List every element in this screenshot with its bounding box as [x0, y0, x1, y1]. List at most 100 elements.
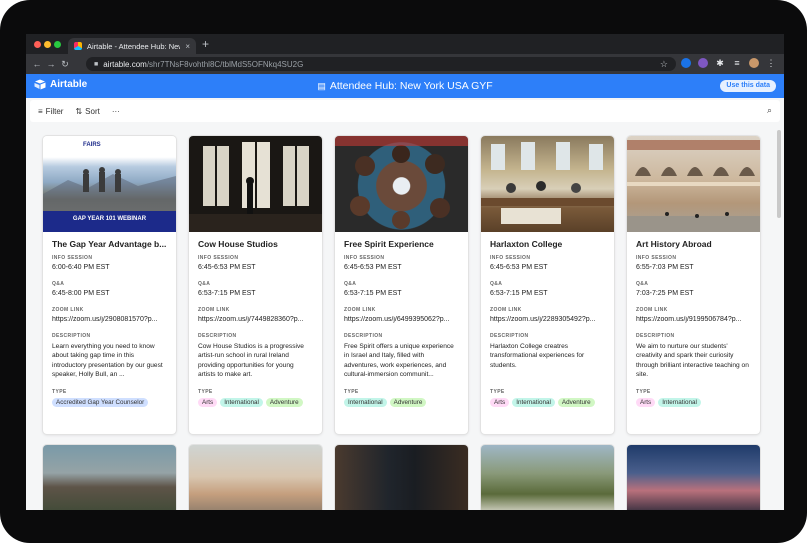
window-zoom-button[interactable]: [54, 41, 61, 48]
info-session-value: 6:45-6:53 PM EST: [198, 264, 256, 271]
qa-value: 6:53-7:15 PM EST: [198, 290, 256, 297]
qa-value: 6:45-8:00 PM EST: [52, 290, 110, 297]
card-title: Free Spirit Experience: [344, 239, 434, 249]
type-tag: Accredited Gap Year Counselor: [52, 398, 149, 407]
field-label-info: INFO SESSION: [198, 255, 239, 261]
extensions-area: ✱ ≡ ⋮: [681, 58, 776, 68]
gallery-card[interactable]: Free Spirit Experience INFO SESSION 6:45…: [335, 136, 468, 434]
bookmark-star-icon[interactable]: ☆: [660, 59, 668, 70]
gallery-card[interactable]: Cow House Studios INFO SESSION 6:45-6:53…: [189, 136, 322, 434]
window-close-button[interactable]: [34, 41, 41, 48]
field-label-desc: DESCRIPTION: [344, 333, 383, 339]
field-label-info: INFO SESSION: [490, 255, 531, 261]
filter-icon: ≡: [38, 106, 43, 116]
card-image: [627, 136, 760, 232]
browser-window: Airtable - Attendee Hub: New Y × + ← → ↻…: [26, 34, 784, 510]
type-tag: International: [344, 398, 387, 407]
type-tag: Adventure: [557, 398, 595, 407]
use-this-data-button[interactable]: Use this data: [720, 80, 776, 92]
view-toolbar: ≡ Filter ⇅ Sort ··· ⌕: [30, 100, 780, 122]
qa-value: 6:53-7:15 PM EST: [344, 290, 402, 297]
address-bar[interactable]: ■ airtable.com/shr7TNsF8vohthl8C/tblMdS5…: [86, 57, 676, 71]
new-tab-button[interactable]: +: [202, 37, 209, 51]
card-image: [335, 136, 468, 232]
card-title: Cow House Studios: [198, 239, 278, 249]
field-label-qa: Q&A: [52, 281, 65, 287]
puzzle-extensions-icon[interactable]: ✱: [715, 58, 725, 68]
field-label-info: INFO SESSION: [636, 255, 677, 261]
tab-close-icon[interactable]: ×: [185, 42, 190, 51]
gallery-card[interactable]: [481, 445, 614, 510]
gallery-card[interactable]: [43, 445, 176, 510]
card-image: [189, 136, 322, 232]
type-tags: Arts International: [636, 398, 751, 407]
gallery-card[interactable]: [189, 445, 322, 510]
extension-purple-icon[interactable]: [698, 58, 708, 68]
sort-label: Sort: [85, 106, 100, 116]
field-label-zoom: ZOOM LINK: [636, 307, 668, 313]
search-icon[interactable]: ⌕: [767, 105, 772, 116]
info-session-value: 6:00-6:40 PM EST: [52, 264, 110, 271]
gallery-card[interactable]: [335, 445, 468, 510]
extension-blue-icon[interactable]: [681, 58, 691, 68]
zoom-link-value[interactable]: https://zoom.us/j/9199506784?p...: [636, 316, 751, 323]
fairs-logo-text: FAIRS: [83, 142, 101, 148]
sort-button[interactable]: ⇅ Sort: [75, 107, 99, 116]
gallery-card[interactable]: Art History Abroad INFO SESSION 6:55-7:0…: [627, 136, 760, 434]
type-tag: Arts: [636, 398, 656, 407]
field-label-desc: DESCRIPTION: [198, 333, 237, 339]
browser-tab-strip: Airtable - Attendee Hub: New Y × +: [26, 34, 784, 54]
field-label-qa: Q&A: [490, 281, 503, 287]
description-value: Cow House Studios is a progressive artis…: [198, 343, 304, 379]
qa-value: 6:53-7:15 PM EST: [490, 290, 548, 297]
gallery-scrollbar[interactable]: [777, 130, 781, 218]
sort-icon: ⇅: [75, 106, 83, 116]
filter-button[interactable]: ≡ Filter: [38, 107, 63, 116]
browser-tab[interactable]: Airtable - Attendee Hub: New Y ×: [68, 38, 196, 54]
airtable-favicon-icon: [74, 42, 82, 50]
field-label-type: TYPE: [52, 389, 67, 395]
base-title: ▤ Attendee Hub: New York USA GYF: [26, 80, 784, 92]
tab-title: Airtable - Attendee Hub: New Y: [87, 41, 181, 51]
zoom-link-value[interactable]: https://zoom.us/j/7449828360?p...: [198, 316, 313, 323]
field-label-info: INFO SESSION: [52, 255, 93, 261]
type-tags: Arts International Adventure: [198, 398, 313, 407]
card-title: Art History Abroad: [636, 239, 712, 249]
profile-avatar[interactable]: [749, 58, 759, 68]
field-label-type: TYPE: [490, 389, 505, 395]
field-label-zoom: ZOOM LINK: [344, 307, 376, 313]
base-title-text: Attendee Hub: New York USA GYF: [329, 80, 493, 92]
reading-list-icon[interactable]: ≡: [732, 58, 742, 68]
reload-icon[interactable]: ↻: [58, 59, 72, 70]
type-tags: International Adventure: [344, 398, 459, 407]
field-label-zoom: ZOOM LINK: [490, 307, 522, 313]
description-value: Learn everything you need to know about …: [52, 343, 163, 379]
gallery-card[interactable]: FAIRS GAP YEAR 101 WEBINAR The Gap Year …: [43, 136, 176, 434]
zoom-link-value[interactable]: https://zoom.us/j/2908081570?p...: [52, 316, 167, 323]
zoom-link-value[interactable]: https://zoom.us/j/6499395062?p...: [344, 316, 459, 323]
zoom-link-value[interactable]: https://zoom.us/j/2289305492?p...: [490, 316, 605, 323]
more-options-button[interactable]: ···: [112, 107, 120, 116]
back-arrow-icon[interactable]: ←: [30, 59, 44, 69]
info-session-value: 6:45-6:53 PM EST: [344, 264, 402, 271]
type-tag: International: [658, 398, 701, 407]
field-label-desc: DESCRIPTION: [490, 333, 529, 339]
field-label-zoom: ZOOM LINK: [52, 307, 84, 313]
gallery-card[interactable]: [627, 445, 760, 510]
field-label-type: TYPE: [636, 389, 651, 395]
url-path: /shr7TNsF8vohthl8C/tblMdS5OFNkq4SU2G: [146, 59, 304, 69]
laptop-bezel: Airtable - Attendee Hub: New Y × + ← → ↻…: [0, 0, 807, 543]
gallery-card[interactable]: Harlaxton College INFO SESSION 6:45-6:53…: [481, 136, 614, 434]
field-label-qa: Q&A: [636, 281, 649, 287]
browser-menu-icon[interactable]: ⋮: [766, 58, 776, 68]
card-title: Harlaxton College: [490, 239, 563, 249]
description-value: Harlaxton College creatres transformatio…: [490, 343, 585, 369]
field-label-desc: DESCRIPTION: [636, 333, 675, 339]
window-minimize-button[interactable]: [44, 41, 51, 48]
forward-arrow-icon[interactable]: →: [44, 59, 58, 69]
filter-label: Filter: [45, 106, 64, 116]
card-title: The Gap Year Advantage b...: [52, 239, 167, 249]
card-image: FAIRS GAP YEAR 101 WEBINAR: [43, 136, 176, 232]
field-label-qa: Q&A: [344, 281, 357, 287]
field-label-type: TYPE: [344, 389, 359, 395]
